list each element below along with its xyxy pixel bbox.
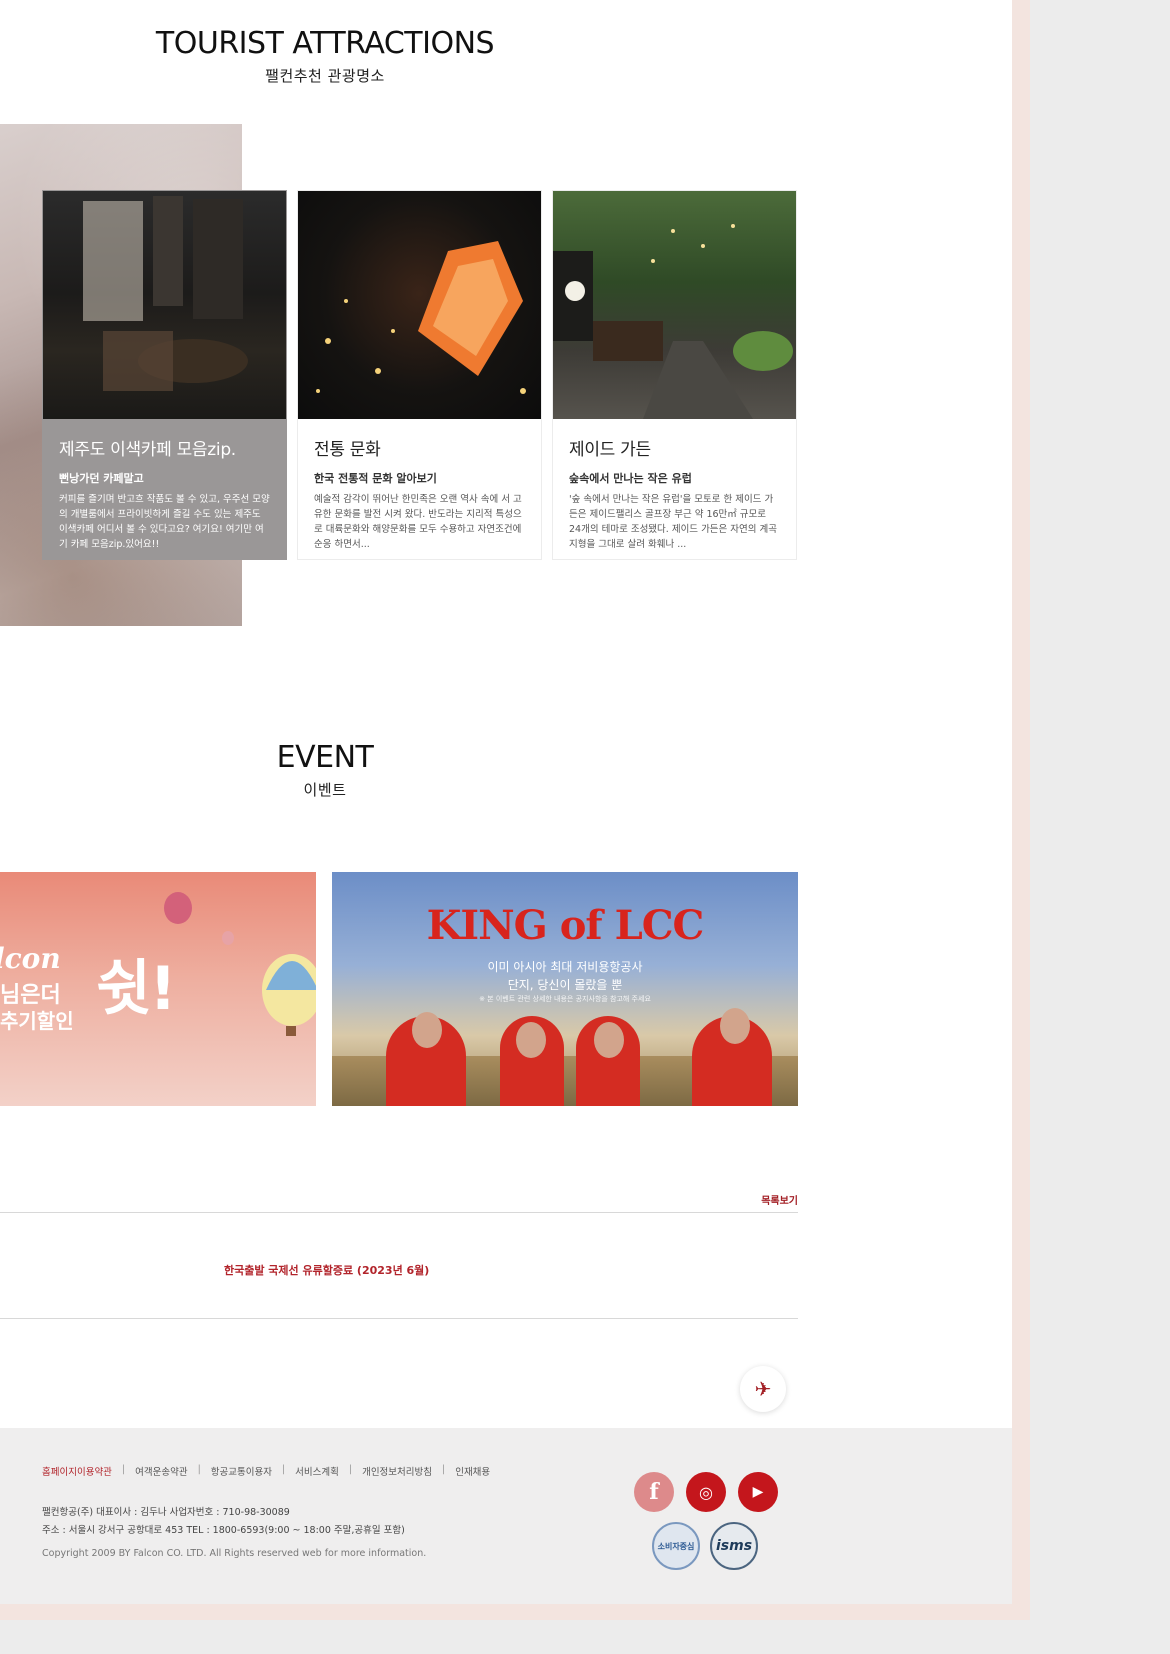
footer-link-careers[interactable]: 인재채용 [455,1464,490,1478]
event-title-en: EVENT [276,740,374,775]
banner2-person-head [594,1022,624,1058]
banner2-person-head [516,1022,546,1058]
airplane-icon: ✈ [754,1377,772,1401]
card-description: '숲 속에서 만나는 작은 유럽'을 모토로 한 제이드 가든은 제이드팰리스 … [569,494,778,550]
garden-photo [553,191,796,419]
lantern-photo [298,191,541,419]
card-title: 전통 문화 [314,440,381,460]
banner2-person-head [720,1008,750,1044]
footer-link-privacy[interactable]: 개인정보처리방침 [362,1464,432,1478]
banner1-line3: 추기할인 [0,1009,74,1033]
banner2-title: KING of LCC [426,902,705,949]
company-info: 팰컨항공(주) 대표이사 : 김두나 사업자번호 : 710-98-30089 [42,1507,290,1518]
separator: | [442,1464,446,1475]
attraction-card-culture[interactable]: 전통 문화 한국 전통적 문화 알아보기 예술적 감각이 뛰어난 한민족은 오랜… [297,190,542,560]
divider [0,1318,798,1319]
separator: | [121,1464,126,1475]
separator: | [348,1464,353,1475]
attraction-card-cafe[interactable]: 제주도 이색카페 모음zip. 뻔낭가던 카페말고 커피를 즐기며 반고흐 작품… [42,190,287,560]
banner1-brand-text: lcon [0,942,61,975]
footer-link-terms[interactable]: 홈페이지이용약관 [42,1464,112,1478]
separator: | [197,1464,201,1475]
divider [0,1212,798,1213]
instagram-icon[interactable]: ◎ [686,1472,726,1512]
card-subtitle: 뻔낭가던 카페말고 [59,472,144,485]
card-subtitle: 숲속에서 만나는 작은 유럽 [569,472,692,485]
footer-link-service-plan[interactable]: 서비스계획 [295,1464,339,1478]
banner2-line1: 이미 아시아 최대 저비용항공사 [487,960,643,974]
attraction-card-garden[interactable]: 제이드 가든 숲속에서 만나는 작은 유럽 '숲 속에서 만나는 작은 유럽'을… [552,190,797,560]
youtube-icon[interactable]: ▶ [738,1472,778,1512]
card-title: 제이드 가든 [569,440,651,460]
event-banner-king-of-lcc[interactable]: KING of LCC 이미 아시아 최대 저비용항공사 단지, 당신이 몰랐을… [332,872,798,1106]
cafe-photo [43,191,286,419]
scroll-top-button[interactable]: ✈ [740,1366,786,1412]
card-title: 제주도 이색카페 모음zip. [59,440,236,460]
footer-link-carriage[interactable]: 여객운송약관 [135,1464,187,1478]
facebook-icon[interactable]: f [634,1472,674,1512]
card-description: 예술적 감각이 뛰어난 한민족은 오랜 역사 속에 서 고유한 문화를 발전 시… [314,494,522,550]
footer: 홈페이지이용약관 | 여객운송약관 | 항공교통이용자 | 서비스계획 | 개인… [0,1428,1012,1604]
card-description: 커피를 즐기며 반고흐 작품도 볼 수 있고, 우주선 모양의 개별룸에서 프라… [59,494,270,550]
consumer-centered-badge: 소비자중심 [652,1522,700,1570]
banner1-headline: 쉿! [96,954,177,1024]
isms-badge: isms [710,1522,758,1570]
company-address: 주소 : 서울시 강서구 공항대로 453 TEL : 1800-6593(9:… [42,1525,405,1536]
separator: | [281,1464,286,1475]
page: TOURIST ATTRACTIONS 팰컨추천 관광명소 제주도 이색카페 모… [0,0,1012,1604]
copyright: Copyright 2009 BY Falcon CO. LTD. All Ri… [42,1548,427,1559]
footer-link-air-users[interactable]: 항공교통이용자 [211,1464,272,1478]
notice-link[interactable]: 한국출발 국제선 유류할증료 (2023년 6월) [224,1262,429,1278]
banner2-line2: 단지, 당신이 몰랐을 뿐 [507,978,623,992]
attractions-title-en: TOURIST ATTRACTIONS [155,26,495,61]
event-title-ko: 이벤트 [303,781,347,799]
attractions-heading: TOURIST ATTRACTIONS 팰컨추천 관광명소 [0,26,650,86]
card-subtitle: 한국 전통적 문화 알아보기 [314,472,437,485]
banner2-person-head [412,1012,442,1048]
footer-links: 홈페이지이용약관 | 여객운송약관 | 항공교통이용자 | 서비스계획 | 개인… [42,1464,490,1478]
event-heading: EVENT 이벤트 [0,740,650,800]
event-banner-discount[interactable]: lcon 님은더 추기할인 쉿! [0,872,316,1106]
attractions-title-ko: 팰컨추천 관광명소 [265,67,385,85]
list-view-link[interactable]: 목록보기 [761,1192,798,1207]
banner2-line3: ※ 본 이벤트 관련 상세한 내용은 공지사항을 참고해 주세요 [479,995,651,1003]
